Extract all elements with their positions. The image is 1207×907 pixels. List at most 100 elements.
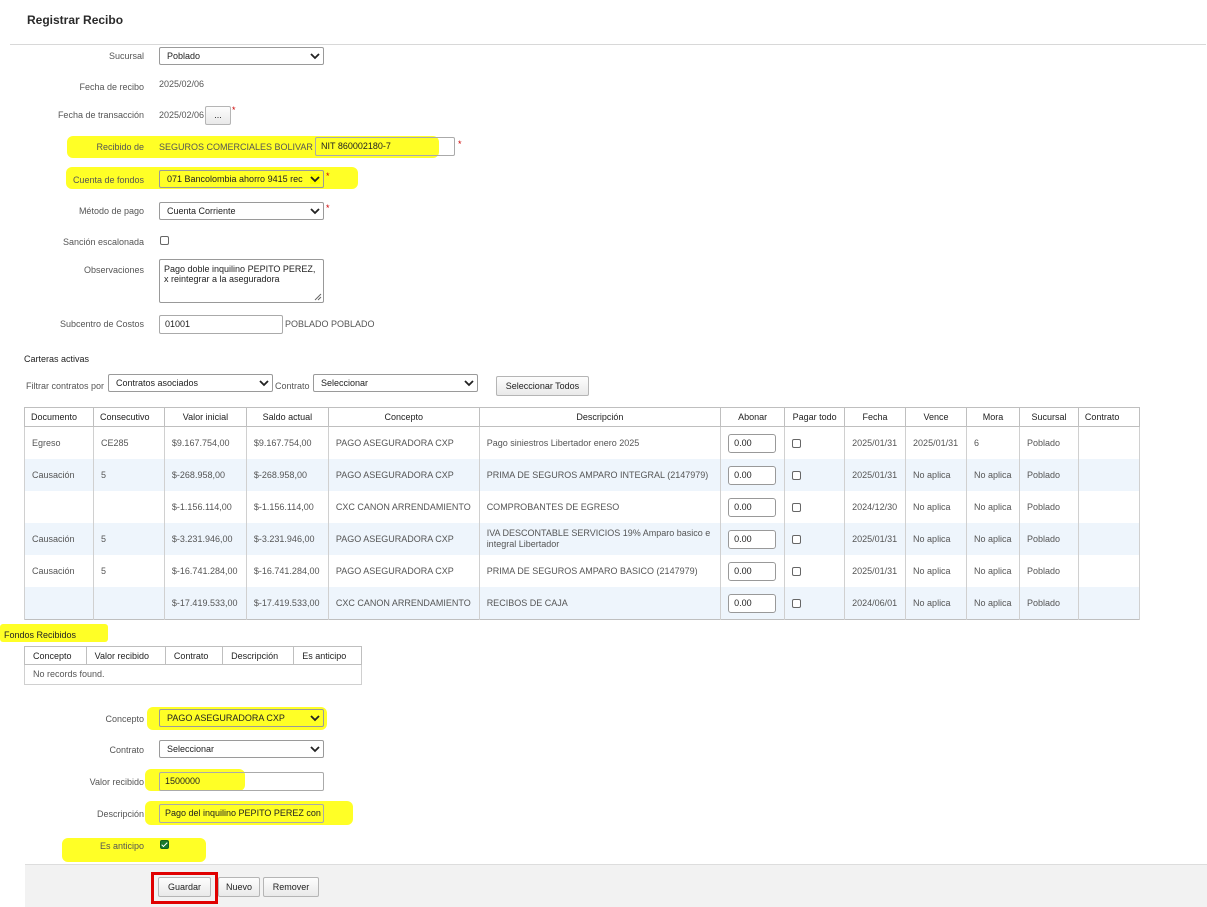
cell-mora: No aplica	[966, 491, 1020, 523]
anticipo-checkbox[interactable]	[160, 840, 169, 849]
abonar-input[interactable]: 0.00	[728, 529, 777, 549]
concepto-select[interactable]: PAGO ASEGURADORA CXP	[159, 709, 324, 727]
col-contrato[interactable]: Contrato	[164, 646, 224, 665]
pagar-todo-checkbox[interactable]	[792, 439, 802, 448]
descripcion-input[interactable]: Pago del inquilino PEPITO PEREZ con	[159, 804, 324, 823]
cell-vence: No aplica	[905, 587, 968, 620]
required-mark: *	[458, 139, 462, 149]
cell-documento: Causación	[24, 555, 94, 587]
cell-abonar: 0.00	[720, 523, 786, 555]
subcentro-label: Subcentro de Costos	[59, 319, 144, 329]
abonar-input[interactable]: 0.00	[728, 497, 777, 517]
cuenta-select[interactable]: 071 Bancolombia ahorro 9415 rec	[159, 170, 324, 188]
cell-abonar: 0.00	[720, 426, 786, 459]
metodo-label: Método de pago	[78, 206, 144, 216]
cell-valor-inicial: $-3.231.946,00	[163, 523, 247, 555]
cell-abonar: 0.00	[720, 491, 786, 523]
cell-vence: 2025/01/31	[905, 426, 968, 459]
col-es-anticipo[interactable]: Es anticipo	[293, 646, 362, 665]
col-descripcion[interactable]: Descripción	[478, 407, 722, 427]
cell-consecutivo: 5	[92, 523, 165, 555]
required-mark: *	[232, 105, 236, 115]
col-fecha[interactable]: Fecha	[844, 407, 907, 427]
contrato-select[interactable]: Seleccionar	[313, 374, 478, 392]
cell-descripcion: IVA DESCONTABLE SERVICIOS 19% Amparo bas…	[478, 523, 722, 555]
recibido-value: SEGUROS COMERCIALES BOLIVAR	[159, 142, 313, 152]
chevron-down-icon	[310, 715, 320, 722]
fondos-table: Concepto Valor recibido Contrato Descrip…	[24, 646, 362, 685]
calendar-button[interactable]: ...	[205, 106, 231, 125]
cell-mora: No aplica	[966, 587, 1020, 620]
col-contrato[interactable]: Contrato	[1077, 407, 1141, 427]
valor-label: Valor recibido	[89, 777, 144, 787]
cell-fecha: 2025/01/31	[844, 555, 907, 587]
cell-pagar-todo	[784, 491, 846, 523]
subcentro-desc: POBLADO POBLADO	[285, 319, 375, 329]
cell-saldo-actual: $-16.741.284,00	[245, 555, 329, 587]
valor-input[interactable]: 1500000	[159, 772, 324, 791]
observaciones-line1: Pago doble inquilino PEPITO PEREZ,	[164, 264, 316, 274]
cell-descripcion: Pago siniestros Libertador enero 2025	[478, 426, 722, 459]
cell-sucursal: Poblado	[1018, 523, 1079, 555]
abonar-input[interactable]: 0.00	[728, 561, 777, 581]
table-row: Egreso CE285 $9.167.754,00 $9.167.754,00…	[24, 426, 1141, 459]
cell-documento	[24, 491, 94, 523]
col-descripcion[interactable]: Descripción	[222, 646, 295, 665]
remover-button[interactable]: Remover	[263, 877, 319, 897]
col-saldo-actual[interactable]: Saldo actual	[245, 407, 329, 427]
cell-mora: No aplica	[966, 523, 1020, 555]
col-documento[interactable]: Documento	[24, 407, 94, 427]
col-valor-inicial[interactable]: Valor inicial	[163, 407, 247, 427]
observaciones-line2: x reintegrar a la aseguradora	[164, 274, 280, 284]
col-concepto[interactable]: Concepto	[327, 407, 480, 427]
col-sucursal[interactable]: Sucursal	[1018, 407, 1079, 427]
contrato-form-select[interactable]: Seleccionar	[159, 740, 324, 758]
pagar-todo-checkbox[interactable]	[792, 567, 802, 576]
pagar-todo-checkbox[interactable]	[792, 599, 802, 608]
carteras-table: Documento Consecutivo Valor inicial Sald…	[24, 407, 1141, 620]
cell-consecutivo	[92, 491, 165, 523]
abonar-input[interactable]: 0.00	[728, 593, 777, 613]
cell-sucursal: Poblado	[1018, 555, 1079, 587]
nit-input[interactable]: NIT 860002180-7	[315, 137, 455, 156]
filtrar-select[interactable]: Contratos asociados	[108, 374, 273, 392]
cell-documento: Causación	[24, 459, 94, 491]
guardar-button[interactable]: Guardar	[158, 877, 211, 897]
col-valor-recibido[interactable]: Valor recibido	[85, 646, 166, 665]
subcentro-input[interactable]: 01001	[159, 315, 283, 334]
select-all-button[interactable]: Seleccionar Todos	[496, 376, 589, 396]
pagar-todo-checkbox[interactable]	[792, 471, 802, 480]
cell-saldo-actual: $-17.419.533,00	[245, 587, 329, 620]
col-vence[interactable]: Vence	[905, 407, 968, 427]
cell-sucursal: Poblado	[1018, 459, 1079, 491]
sancion-checkbox[interactable]	[160, 236, 169, 245]
nuevo-button[interactable]: Nuevo	[218, 877, 260, 897]
pagar-todo-checkbox[interactable]	[792, 503, 802, 512]
col-mora[interactable]: Mora	[966, 407, 1020, 427]
col-consecutivo[interactable]: Consecutivo	[92, 407, 165, 427]
col-abonar[interactable]: Abonar	[720, 407, 786, 427]
resize-handle-icon[interactable]	[314, 293, 322, 301]
observaciones-textarea[interactable]: Pago doble inquilino PEPITO PEREZ, x rei…	[159, 259, 324, 303]
chevron-down-icon	[259, 380, 269, 387]
cell-sucursal: Poblado	[1018, 587, 1079, 620]
concepto-label: Concepto	[105, 714, 144, 724]
metodo-select[interactable]: Cuenta Corriente	[159, 202, 324, 220]
col-concepto[interactable]: Concepto	[24, 646, 87, 665]
abonar-input[interactable]: 0.00	[728, 465, 777, 485]
cell-pagar-todo	[784, 459, 846, 491]
col-pagar-todo[interactable]: Pagar todo	[784, 407, 846, 427]
cell-abonar: 0.00	[720, 587, 786, 620]
contrato-value: Seleccionar	[321, 378, 369, 388]
metodo-value: Cuenta Corriente	[167, 206, 236, 216]
observaciones-label: Observaciones	[83, 265, 144, 275]
sucursal-select[interactable]: Poblado	[159, 47, 324, 65]
pagar-todo-checkbox[interactable]	[792, 535, 802, 544]
concepto-value: PAGO ASEGURADORA CXP	[167, 713, 285, 723]
abonar-input[interactable]: 0.00	[728, 433, 777, 453]
cell-saldo-actual: $-1.156.114,00	[245, 491, 329, 523]
cell-saldo-actual: $-268.958,00	[245, 459, 329, 491]
page-title: Registrar Recibo	[27, 13, 124, 27]
fondos-title: Fondos Recibidos	[4, 630, 77, 640]
carteras-header-row: Documento Consecutivo Valor inicial Sald…	[24, 407, 1141, 427]
